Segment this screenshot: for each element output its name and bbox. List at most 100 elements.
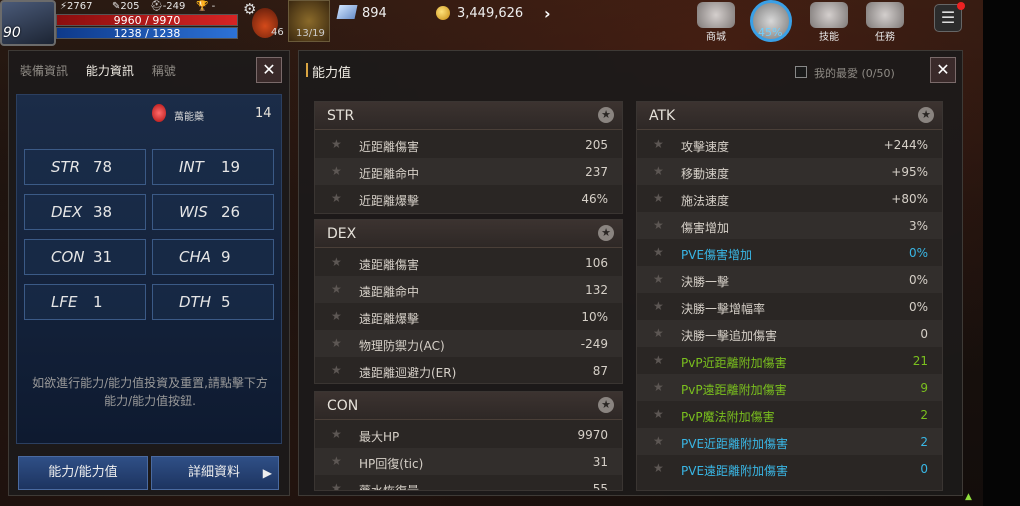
skill-label: 技能 (819, 32, 839, 43)
stat-value: 3% (908, 219, 928, 233)
stat-name: 移動速度 (681, 167, 730, 181)
star-icon[interactable]: ★ (653, 380, 664, 394)
stat-value: 0 (920, 462, 928, 476)
close-right-button[interactable]: ✕ (930, 57, 956, 83)
atk-stat-row: ★ PvP近距離附加傷害 21 (637, 347, 942, 374)
star-icon[interactable]: ★ (331, 191, 342, 205)
stat-cell-int: INT 19 (152, 149, 274, 185)
star-icon[interactable]: ★ (653, 299, 664, 313)
stat-name: PVE遠距離附加傷害 (681, 464, 789, 478)
star-icon[interactable]: ★ (653, 191, 664, 205)
str-stat-row: ★ 近距離傷害 205 (315, 131, 622, 158)
star-icon[interactable]: ★ (653, 407, 664, 421)
star-icon[interactable]: ★ (331, 137, 342, 151)
dex-stat-row: ★ 遠距離迴避力(ER) 87 (315, 357, 622, 384)
shop-icon[interactable] (697, 2, 735, 28)
star-icon[interactable]: ★ (331, 255, 342, 269)
details-label: 詳細資料 (188, 465, 241, 480)
star-icon[interactable]: ★ (653, 461, 664, 475)
stat-value: 205 (585, 138, 608, 152)
atk-stat-row: ★ 施法速度 +80% (637, 185, 942, 212)
tab-equipment[interactable]: 裝備資訊 (20, 64, 68, 78)
stat-name: 傷害增加 (681, 221, 730, 235)
stat-value: 0 (920, 327, 928, 341)
reset-hint: 如欲進行能力/能力值投資及重置,請點擊下方能力/能力值按鈕. (32, 376, 268, 408)
star-icon[interactable]: ★ (598, 107, 614, 123)
star-icon[interactable]: ★ (653, 218, 664, 232)
star-icon[interactable]: ★ (653, 326, 664, 340)
star-icon[interactable]: ★ (331, 282, 342, 296)
stat-value: -249 (580, 337, 608, 351)
stat-name: 施法速度 (681, 194, 730, 208)
stat-cell-str: STR 78 (24, 149, 146, 185)
star-icon[interactable]: ★ (653, 245, 664, 259)
notification-dot (957, 2, 965, 10)
star-icon[interactable]: ★ (331, 481, 342, 490)
level-label: 90 (3, 25, 21, 41)
quest-icon[interactable] (866, 2, 904, 28)
close-left-button[interactable]: ✕ (256, 57, 282, 83)
character-avatar[interactable]: 90 (0, 0, 56, 46)
stat-cell-dth: DTH 5 (152, 284, 274, 320)
exp-percent: 45% (758, 26, 783, 39)
tab-title[interactable]: 稱號 (152, 64, 176, 78)
stat-name: 遠距離命中 (359, 285, 420, 299)
star-icon[interactable]: ★ (331, 336, 342, 350)
con-header: CON ★ (315, 392, 622, 420)
star-icon[interactable]: ★ (598, 397, 614, 413)
dex-stat-row: ★ 遠距離命中 132 (315, 276, 622, 303)
star-icon[interactable]: ★ (331, 164, 342, 178)
details-button[interactable]: 詳細資料 ▶ (151, 456, 279, 490)
stat-c: ⛑-249 (150, 1, 186, 12)
stat-name: PVE傷害增加 (681, 248, 753, 262)
hp-bar: 9960 / 9970 (56, 14, 238, 26)
quest-label: 任務 (875, 32, 895, 43)
atk-stat-row: ★ 決勝一擊追加傷害 0 (637, 320, 942, 347)
atk-stat-row: ★ PVE遠距離附加傷害 0 (637, 455, 942, 482)
gem-amount: 894 (362, 6, 387, 21)
shop-label: 商城 (706, 32, 726, 43)
potion-count: 46 (271, 27, 284, 38)
stat-name: 遠距離迴避力(ER) (359, 366, 457, 380)
chevron-right-icon[interactable]: › (544, 4, 560, 23)
scroll-indicator-icon: ▲ (965, 492, 972, 502)
ability-button[interactable]: 能力/能力值 (18, 456, 148, 490)
star-icon[interactable]: ★ (653, 434, 664, 448)
star-icon[interactable]: ★ (331, 427, 342, 441)
stat-cell-lfe: LFE 1 (24, 284, 146, 320)
atk-title: ATK (649, 108, 676, 124)
star-icon[interactable]: ★ (331, 363, 342, 377)
elixir-label: 萬能藥 (174, 112, 204, 123)
atk-stat-row: ★ PvP魔法附加傷害 2 (637, 401, 942, 428)
stat-value: 31 (592, 455, 608, 469)
atk-stat-row: ★ PVE近距離附加傷害 2 (637, 428, 942, 455)
atk-stat-row: ★ 攻擊速度 +244% (637, 131, 942, 158)
star-icon[interactable]: ★ (331, 454, 342, 468)
star-icon[interactable]: ★ (653, 272, 664, 286)
star-icon[interactable]: ★ (918, 107, 934, 123)
favorite-label: 我的最愛 (0/50) (814, 67, 895, 80)
dex-stat-row: ★ 遠距離傷害 106 (315, 249, 622, 276)
dex-title: DEX (327, 226, 357, 242)
stat-value: 2 (920, 408, 928, 422)
skill-icon[interactable] (810, 2, 848, 28)
coin-icon (436, 6, 450, 20)
stat-value: 46% (581, 192, 608, 206)
atk-stat-row: ★ 傷害增加 3% (637, 212, 942, 239)
play-icon: ▶ (262, 466, 272, 480)
star-icon[interactable]: ★ (331, 309, 342, 323)
atk-stat-row: ★ PVE傷害增加 0% (637, 239, 942, 266)
star-icon[interactable]: ★ (598, 225, 614, 241)
favorite-checkbox[interactable] (795, 66, 807, 78)
elixir-icon (152, 104, 166, 122)
star-icon[interactable]: ★ (653, 137, 664, 151)
stat-name: 近距離命中 (359, 167, 420, 181)
stat-value: 9 (920, 381, 928, 395)
tab-ability[interactable]: 能力資訊 (86, 64, 134, 78)
stat-value: 55 (592, 482, 608, 490)
game-screen: 90 ⚡2767 ✎205 ⛑-249 🏆 - 9960 / 9970 1238… (0, 0, 1020, 506)
stat-name: 物理防禦力(AC) (359, 339, 445, 353)
star-icon[interactable]: ★ (653, 353, 664, 367)
quick-slot-count: 13/19 (296, 28, 325, 39)
star-icon[interactable]: ★ (653, 164, 664, 178)
